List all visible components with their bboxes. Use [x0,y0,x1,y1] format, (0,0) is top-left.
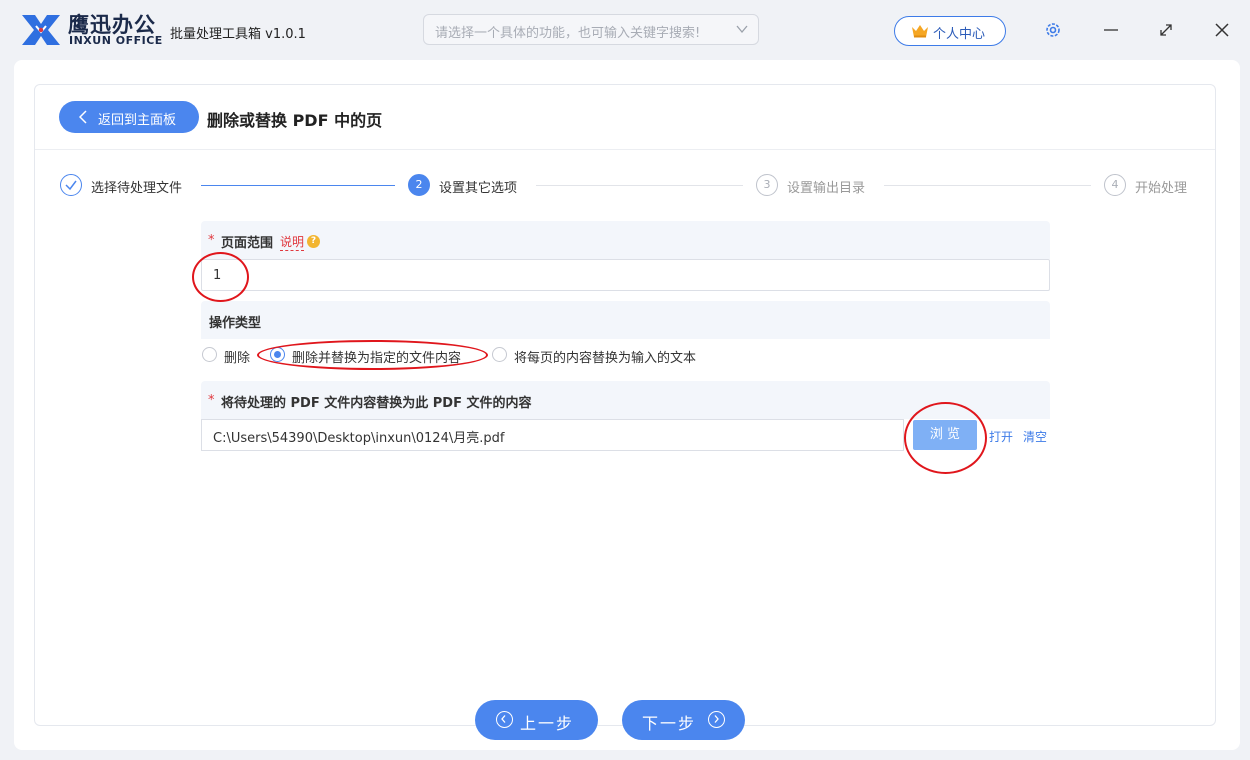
crown-icon [912,25,928,38]
operation-type-header [201,301,1050,339]
title-bar: 鹰迅办公 INXUN OFFICE 批量处理工具箱 v1.0.1 请选择一个具体… [0,0,1250,60]
gear-icon[interactable] [1044,21,1062,39]
step-2-number: 2 [408,174,430,196]
clear-button[interactable]: 清空 [1023,428,1047,445]
radio-delete-replace-file-label[interactable]: 删除并替换为指定的文件内容 [292,347,461,366]
step-1-label: 选择待处理文件 [91,181,183,196]
replacement-file-label: 将待处理的 PDF 文件内容替换为此 PDF 文件的内容 [221,396,532,411]
file-path-field[interactable]: C:\Users\54390\Desktop\inxun\0124\月亮.pdf [201,419,904,451]
file-path-value: C:\Users\54390\Desktop\inxun\0124\月亮.pdf [213,431,505,446]
chevron-down-icon[interactable] [735,21,749,37]
previous-step-label: 上一步 [520,714,575,733]
next-step-button[interactable]: 下一步 [622,700,745,740]
step-1-check-icon [60,174,82,196]
step-3-label: 设置输出目录 [787,181,866,196]
user-center-label: 个人中心 [933,27,986,42]
search-input[interactable]: 请选择一个具体的功能，也可输入关键字搜索! [423,14,759,45]
chevron-left-circle-icon [496,711,513,728]
previous-step-button[interactable]: 上一步 [475,700,598,740]
help-link[interactable]: 说明 [280,233,305,251]
page-title: 删除或替换 PDF 中的页 [207,111,383,130]
page-range-label: 页面范围 [221,236,274,251]
page-range-header [201,221,1050,259]
step-4-label: 开始处理 [1135,181,1188,196]
chevron-left-icon [79,110,87,124]
user-center-button[interactable]: 个人中心 [894,16,1006,46]
page-range-input[interactable] [201,259,1050,291]
radio-delete-replace-file[interactable] [270,347,285,362]
close-icon[interactable] [1213,20,1231,40]
step-connector [884,185,1091,186]
chevron-right-circle-icon [708,711,725,728]
step-3-number: 3 [756,174,778,196]
step-connector [536,185,743,186]
required-mark: * [208,233,215,248]
back-to-dashboard-button[interactable]: 返回到主面板 [59,101,199,133]
search-placeholder: 请选择一个具体的功能，也可输入关键字搜索! [435,26,701,41]
step-4-number: 4 [1104,174,1126,196]
next-step-label: 下一步 [642,714,697,733]
brand-name-en: INXUN OFFICE [69,34,163,47]
operation-type-label: 操作类型 [209,316,262,331]
maximize-icon[interactable] [1157,20,1175,40]
radio-delete-label[interactable]: 删除 [224,347,250,366]
app-title: 批量处理工具箱 v1.0.1 [170,27,306,42]
radio-replace-text-label[interactable]: 将每页的内容替换为输入的文本 [514,347,696,366]
open-button[interactable]: 打开 [989,428,1013,445]
step-connector [201,185,395,186]
required-mark: * [208,393,215,408]
header-divider [35,149,1215,150]
x-logo-icon [22,15,60,45]
minimize-icon[interactable] [1102,20,1120,40]
step-2-label: 设置其它选项 [439,181,518,196]
help-icon[interactable]: ? [307,235,320,248]
radio-delete[interactable] [202,347,217,362]
browse-button[interactable]: 浏 览 [913,420,977,450]
radio-replace-text[interactable] [492,347,507,362]
back-button-label: 返回到主面板 [98,113,177,128]
